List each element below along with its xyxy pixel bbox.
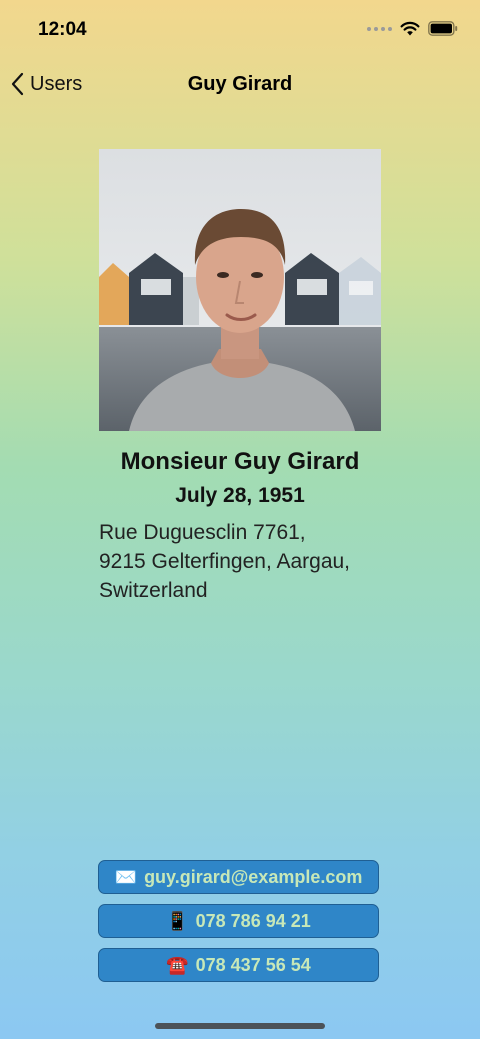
mobile-phone-icon: 📱 <box>166 911 189 931</box>
page-title: Guy Girard <box>187 73 293 95</box>
user-birth-date: July 28, 1951 <box>175 484 305 507</box>
cellular-signal-icon <box>367 26 392 31</box>
user-address: Rue Duguesclin 7761, 9215 Gelterfingen, … <box>99 518 399 605</box>
battery-icon <box>428 21 458 36</box>
address-line: Rue Duguesclin 7761, <box>99 521 306 544</box>
address-line: 9215 Gelterfingen, Aargau, <box>99 550 351 573</box>
telephone-button[interactable]: ☎️ 078 437 56 54 <box>98 948 379 982</box>
mobile-phone-label: 078 786 94 21 <box>195 910 311 931</box>
address-line: Switzerland <box>99 579 208 602</box>
user-full-name: Monsieur Guy Girard <box>120 448 360 475</box>
status-time: 12:04 <box>38 19 87 40</box>
telephone-icon: ☎️ <box>166 955 189 975</box>
user-photo <box>99 149 381 431</box>
email-label: guy.girard@example.com <box>144 866 363 887</box>
navigation-bar: Users Guy Girard <box>0 60 480 110</box>
telephone-label: 078 437 56 54 <box>195 954 311 975</box>
status-icons <box>367 21 458 36</box>
status-bar: 12:04 <box>0 0 480 60</box>
mobile-phone-button[interactable]: 📱 078 786 94 21 <box>98 904 379 938</box>
email-button[interactable]: ✉️ guy.girard@example.com <box>98 860 379 894</box>
wifi-icon <box>400 21 420 36</box>
envelope-icon: ✉️ <box>114 867 138 887</box>
home-indicator[interactable] <box>155 1023 325 1029</box>
